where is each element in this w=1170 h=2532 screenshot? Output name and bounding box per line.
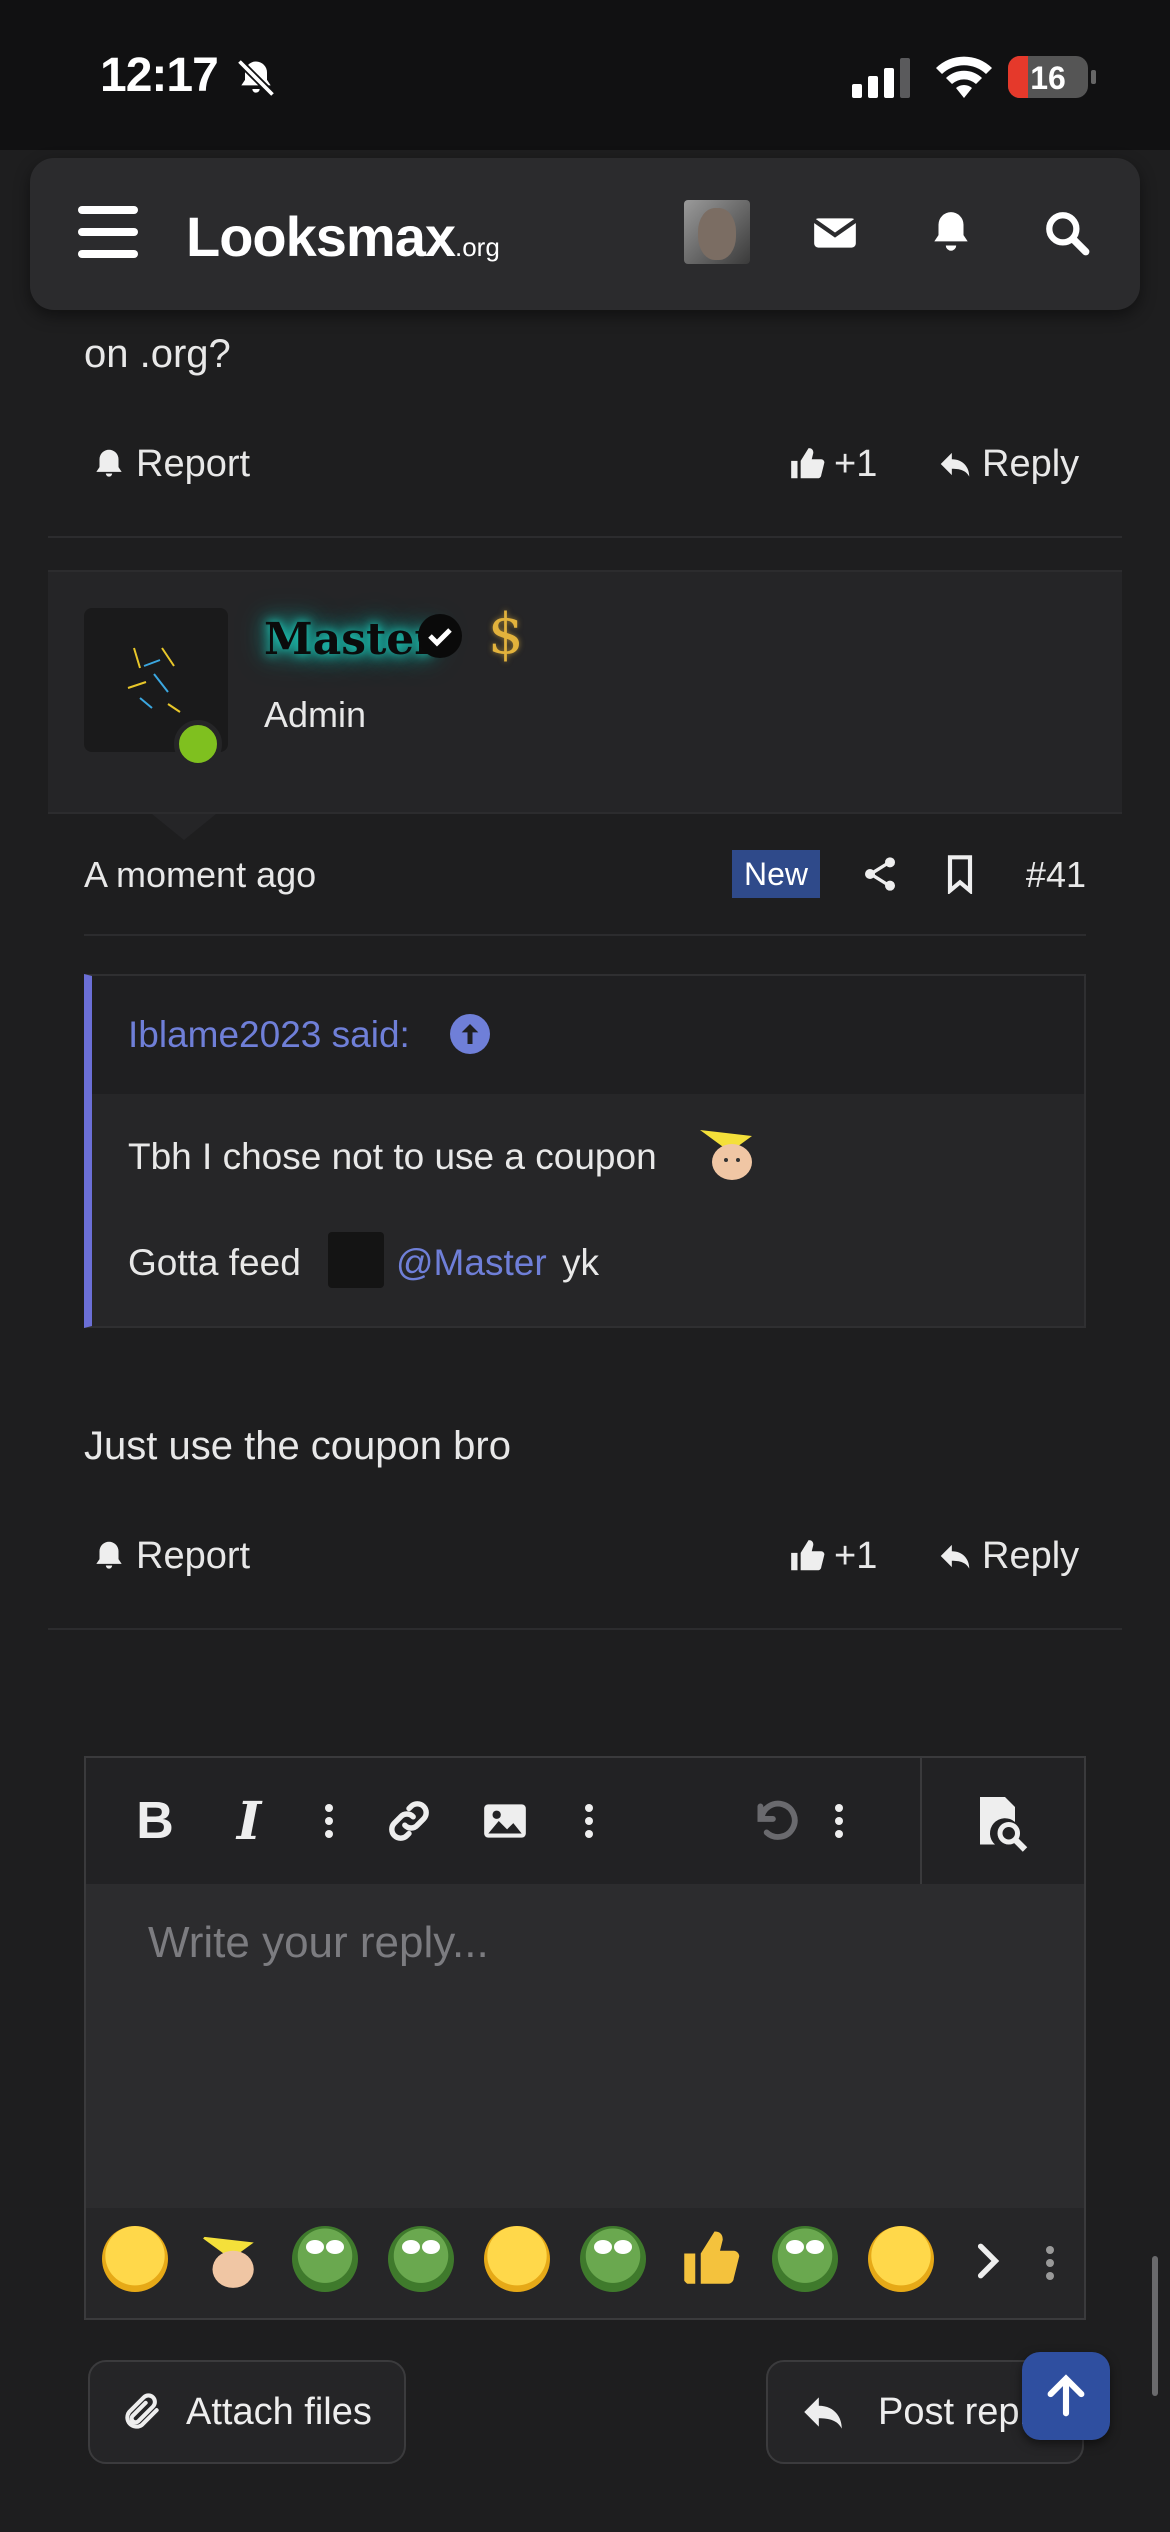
notifications-bell-icon[interactable] [924, 208, 978, 258]
image-icon[interactable] [480, 1796, 530, 1846]
previous-post-actions: Report +1 Reply [84, 434, 1086, 494]
new-badge: New [732, 850, 821, 898]
emoji-bar [86, 2208, 1084, 2318]
italic-button[interactable]: I [224, 1791, 274, 1852]
paperclip-icon [125, 2393, 159, 2429]
attach-files-button[interactable]: Attach files [88, 2360, 406, 2464]
account-avatar[interactable] [684, 200, 750, 264]
report-button[interactable]: Report [90, 1526, 250, 1586]
status-bar: 12:17 16 [0, 0, 1170, 150]
bold-button[interactable]: B [130, 1792, 180, 1850]
share-icon[interactable] [860, 854, 900, 894]
scrollbar[interactable] [1152, 2256, 1158, 2396]
post-body: Just use the coupon bro [84, 1424, 511, 1468]
silent-bell-icon [236, 58, 276, 98]
gnome-emoji-icon[interactable] [196, 2226, 262, 2292]
site-logo[interactable]: Looksmax.org [186, 204, 500, 269]
divider [84, 934, 1086, 936]
wifi-icon [936, 56, 992, 98]
divider [48, 536, 1122, 538]
divider [48, 1628, 1122, 1630]
battery-indicator: 16 [1008, 56, 1088, 98]
quote-text-line: Tbh I chose not to use a coupon [128, 1136, 657, 1177]
inbox-icon[interactable] [808, 208, 862, 258]
online-status-indicator [174, 720, 222, 768]
more-options-icon[interactable] [814, 1796, 864, 1846]
verified-badge-icon [418, 614, 462, 658]
pepe-sad-emoji-icon[interactable] [580, 2226, 646, 2292]
reply-arrow-icon [940, 452, 970, 477]
post-date[interactable]: A moment ago [84, 854, 316, 896]
link-icon[interactable] [384, 1796, 434, 1846]
reply-button[interactable]: Reply [936, 434, 1079, 494]
gnome-emoji-icon [700, 1130, 752, 1180]
rofl-emoji-icon[interactable] [102, 2226, 168, 2292]
quote-text-line: yk [562, 1242, 599, 1283]
scroll-to-top-button[interactable] [1022, 2352, 1110, 2440]
reply-button[interactable]: Reply [936, 1526, 1079, 1586]
reply-editor: B I Write your reply... [84, 1756, 1086, 2320]
bookmark-icon[interactable] [940, 854, 980, 894]
dollar-badge-icon: $ [488, 602, 524, 667]
report-button[interactable]: Report [90, 434, 250, 494]
preview-icon[interactable] [970, 1792, 1030, 1852]
post-user-block: Master $ Admin [48, 570, 1122, 840]
user-mention-link[interactable]: @Master [396, 1242, 547, 1284]
chevron-right-icon[interactable] [966, 2234, 1010, 2288]
pepe-smug-emoji-icon[interactable] [388, 2226, 454, 2292]
bell-icon [96, 449, 122, 477]
quote-text-line: Gotta feed [128, 1242, 301, 1283]
thumbs-up-emoji-icon[interactable] [676, 2226, 742, 2292]
thinking-emoji-icon[interactable] [484, 2226, 550, 2292]
cellular-signal-icon [852, 58, 910, 98]
quote-block: Iblame2023 said: Tbh I chose not to use … [84, 974, 1086, 1328]
post-actions: Report +1 Reply [84, 1526, 1086, 1586]
thumbs-up-icon [791, 448, 825, 479]
editor-toolbar: B I [86, 1758, 1084, 1884]
post-meta: A moment ago New #41 [84, 846, 1086, 902]
mention-avatar [328, 1232, 384, 1288]
battery-level: 16 [1030, 60, 1066, 96]
user-title: Admin [264, 694, 367, 735]
pepe-emoji-icon[interactable] [292, 2226, 358, 2292]
emoji-more-icon[interactable] [1040, 2238, 1060, 2288]
reply-arrow-icon [804, 2397, 842, 2429]
more-text-options-icon[interactable] [304, 1796, 354, 1846]
app-header: Looksmax.org [30, 158, 1140, 310]
more-insert-options-icon[interactable] [564, 1796, 614, 1846]
like-button[interactable]: +1 [788, 434, 877, 494]
like-button[interactable]: +1 [788, 1526, 877, 1586]
status-time: 12:17 [100, 49, 219, 102]
post-number[interactable]: #41 [1026, 854, 1086, 896]
search-icon[interactable] [1040, 208, 1094, 258]
thumbs-up-icon [791, 1540, 825, 1571]
quote-author[interactable]: Iblame2023 said: [128, 1014, 410, 1056]
pepe-angry-emoji-icon[interactable] [772, 2226, 838, 2292]
menu-icon[interactable] [78, 206, 138, 258]
reply-input[interactable]: Write your reply... [148, 1918, 489, 1968]
username[interactable]: Master [264, 614, 438, 665]
reply-arrow-icon [940, 1544, 970, 1569]
bell-icon [96, 1541, 122, 1569]
previous-post-text: on .org? [84, 332, 231, 376]
jump-to-quote-icon[interactable] [450, 1014, 490, 1054]
arrow-up-icon [1047, 2374, 1085, 2417]
thinking-tilt-emoji-icon[interactable] [868, 2226, 934, 2292]
undo-icon[interactable] [750, 1796, 800, 1846]
